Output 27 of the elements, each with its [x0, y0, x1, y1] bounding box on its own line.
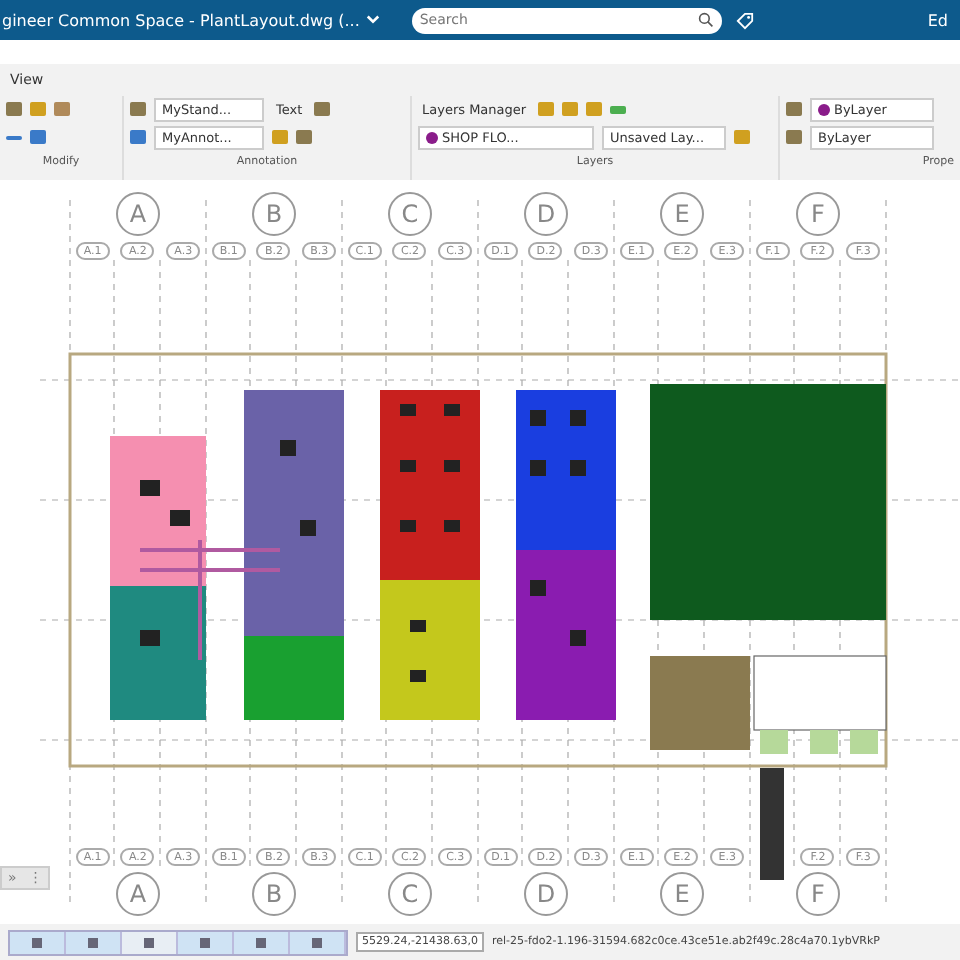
- tag-icon[interactable]: [735, 11, 754, 29]
- conveyor-drawing: [760, 768, 784, 880]
- status-toggle-button[interactable]: [10, 931, 66, 953]
- tool-icon[interactable]: [6, 102, 22, 116]
- tool-icon[interactable]: [54, 102, 70, 116]
- grid-bubble: A: [116, 872, 160, 916]
- line-icon[interactable]: [6, 135, 22, 139]
- grid-bubble: B: [252, 192, 296, 236]
- grid-bubble: C: [388, 872, 432, 916]
- grid-bubble: D: [524, 872, 568, 916]
- grid-bubble: A: [116, 192, 160, 236]
- grid-bubble: D: [524, 192, 568, 236]
- grid-bubble: E: [660, 192, 704, 236]
- chevron-down-icon[interactable]: [365, 14, 380, 26]
- status-toggle-button[interactable]: [66, 931, 122, 953]
- grid-bubble: C: [388, 192, 432, 236]
- search-icon: [697, 12, 714, 28]
- grid-bubble: E: [660, 872, 704, 916]
- user-name[interactable]: Ed: [927, 11, 948, 29]
- grid-bubble: B: [252, 872, 296, 916]
- status-toggle-button[interactable]: [122, 931, 178, 953]
- status-toggle-button[interactable]: [234, 931, 290, 953]
- window-title: gineer Common Space - PlantLayout.dwg (...: [2, 11, 360, 29]
- grid-bubble: F: [796, 872, 840, 916]
- status-toggle-button[interactable]: [290, 931, 346, 953]
- status-toggle-button[interactable]: [178, 931, 234, 953]
- grid-bubble: F: [796, 192, 840, 236]
